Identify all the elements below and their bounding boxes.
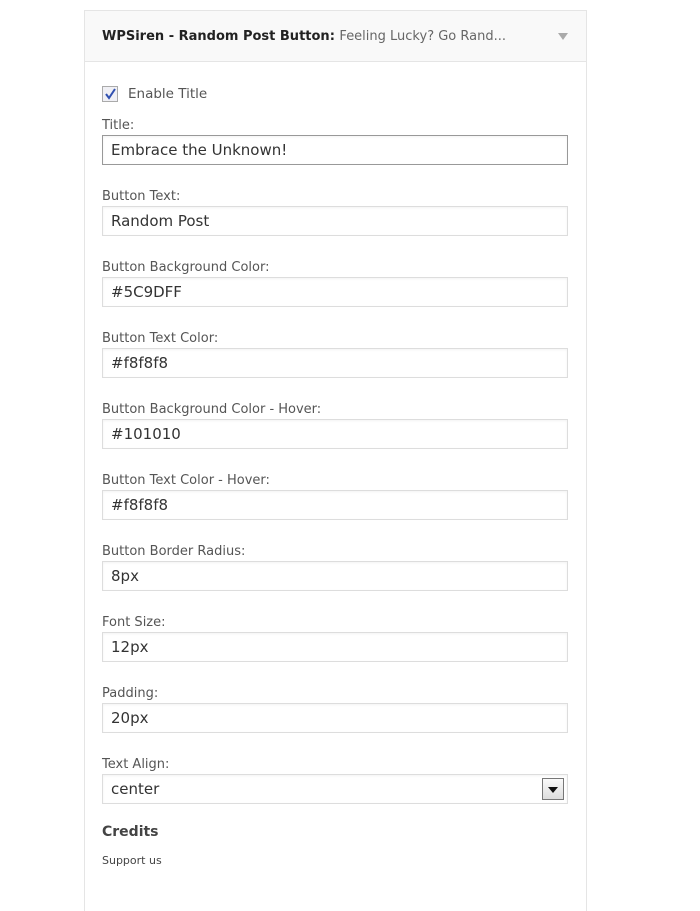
collapse-arrow-icon[interactable]: [558, 33, 568, 40]
dropdown-arrow-icon[interactable]: [542, 778, 564, 800]
checkmark-icon: [105, 88, 116, 100]
widget-header[interactable]: WPSiren - Random Post Button: Feeling Lu…: [85, 11, 586, 62]
support-us-link[interactable]: Support us: [102, 854, 569, 867]
field-label: Padding:: [102, 686, 159, 701]
enable-title-checkbox[interactable]: [102, 86, 118, 102]
form-field: Title: Embrace the Unknown!: [102, 116, 569, 165]
form-field: Button Text Color - Hover: #f8f8f8: [102, 471, 569, 520]
text-input[interactable]: #f8f8f8: [102, 490, 568, 520]
select-value: center: [111, 780, 160, 798]
form-field: Button Border Radius: 8px: [102, 542, 569, 591]
text-align-select[interactable]: center: [102, 774, 568, 804]
widget-subtitle: Feeling Lucky? Go Rand...: [339, 29, 506, 44]
text-align-field: Text Align: center: [102, 755, 569, 804]
field-label: Button Text Color - Hover:: [102, 473, 270, 488]
field-label: Button Border Radius:: [102, 544, 246, 559]
credits-heading: Credits: [102, 824, 159, 840]
form-field: Button Text: Random Post: [102, 187, 569, 236]
form-field: Font Size: 12px: [102, 613, 569, 662]
field-label: Text Align:: [102, 757, 170, 772]
text-input[interactable]: #101010: [102, 419, 568, 449]
enable-title-row: Enable Title: [102, 84, 569, 104]
widget-panel: WPSiren - Random Post Button: Feeling Lu…: [84, 10, 587, 911]
enable-title-label: Enable Title: [128, 86, 208, 102]
text-input[interactable]: #5C9DFF: [102, 277, 568, 307]
text-input[interactable]: Random Post: [102, 206, 568, 236]
form-field: Button Background Color: #5C9DFF: [102, 258, 569, 307]
text-input[interactable]: #f8f8f8: [102, 348, 568, 378]
field-label: Font Size:: [102, 615, 166, 630]
text-input[interactable]: 12px: [102, 632, 568, 662]
field-label: Button Text Color:: [102, 331, 219, 346]
field-label: Button Text:: [102, 189, 181, 204]
field-label: Title:: [102, 118, 135, 133]
widget-name: WPSiren - Random Post Button: [102, 29, 330, 44]
text-input[interactable]: 8px: [102, 561, 568, 591]
text-input[interactable]: 20px: [102, 703, 568, 733]
form-field: Padding: 20px: [102, 684, 569, 733]
field-label: Button Background Color:: [102, 260, 270, 275]
field-label: Button Background Color - Hover:: [102, 402, 322, 417]
text-input[interactable]: Embrace the Unknown!: [102, 135, 568, 165]
form-field: Button Background Color - Hover: #101010: [102, 400, 569, 449]
form-field: Button Text Color: #f8f8f8: [102, 329, 569, 378]
widget-title: WPSiren - Random Post Button: Feeling Lu…: [102, 29, 506, 44]
